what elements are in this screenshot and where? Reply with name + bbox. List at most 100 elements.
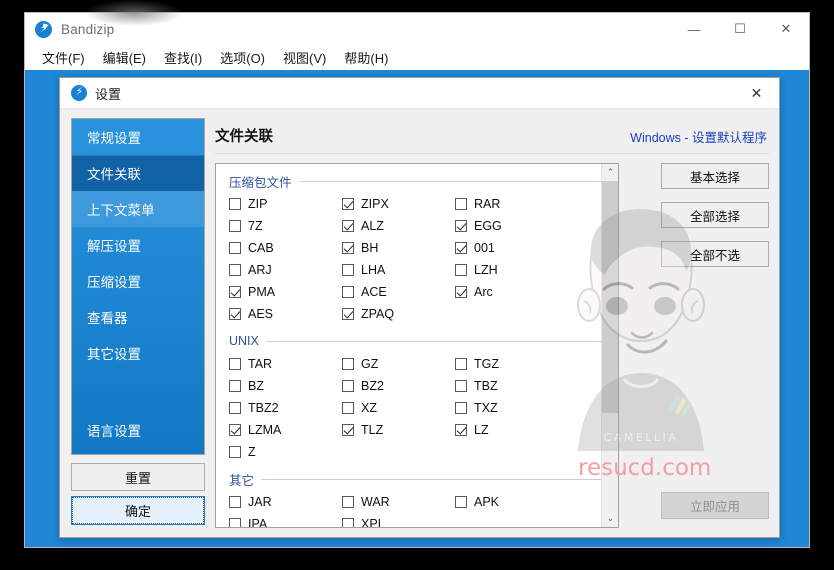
close-button[interactable]: ✕ <box>763 13 809 45</box>
sidebar-item-language[interactable]: 语言设置 <box>72 412 204 448</box>
minimize-button[interactable]: — <box>671 13 717 45</box>
checkbox-jar[interactable]: JAR <box>229 495 342 509</box>
checkbox-box[interactable] <box>455 242 467 254</box>
checkbox-tlz[interactable]: TLZ <box>342 423 455 437</box>
menu-help[interactable]: 帮助(H) <box>335 46 397 69</box>
default-programs-link[interactable]: Windows - 设置默认程序 <box>630 127 767 146</box>
checkbox-001[interactable]: 001 <box>455 241 568 255</box>
checkbox-gz[interactable]: GZ <box>342 357 455 371</box>
checkbox-box[interactable] <box>342 518 354 527</box>
ok-button[interactable]: 确定 <box>71 496 205 525</box>
checkbox-zpaq[interactable]: ZPAQ <box>342 307 455 321</box>
checkbox-box[interactable] <box>455 358 467 370</box>
checkbox-bz2[interactable]: BZ2 <box>342 379 455 393</box>
checkbox-box[interactable] <box>229 286 241 298</box>
checkbox-box[interactable] <box>229 308 241 320</box>
checkbox-alz[interactable]: ALZ <box>342 219 455 233</box>
sidebar-item-other[interactable]: 其它设置 <box>72 335 204 371</box>
checkbox-box[interactable] <box>229 264 241 276</box>
checkbox-box[interactable] <box>342 308 354 320</box>
checkbox-box[interactable] <box>342 220 354 232</box>
menu-options[interactable]: 选项(O) <box>211 46 274 69</box>
checkbox-lha[interactable]: LHA <box>342 263 455 277</box>
checkbox-ipa[interactable]: IPA <box>229 517 342 527</box>
checkbox-box[interactable] <box>455 424 467 436</box>
menu-view[interactable]: 视图(V) <box>274 46 335 69</box>
checkbox-box[interactable] <box>342 198 354 210</box>
checkbox-zip[interactable]: ZIP <box>229 197 342 211</box>
checkbox-box[interactable] <box>342 496 354 508</box>
checkbox-box[interactable] <box>455 264 467 276</box>
checkbox-apk[interactable]: APK <box>455 495 568 509</box>
checkbox-box[interactable] <box>342 402 354 414</box>
menu-find[interactable]: 查找(I) <box>155 46 211 69</box>
checkbox-rar[interactable]: RAR <box>455 197 568 211</box>
menu-edit[interactable]: 编辑(E) <box>94 46 155 69</box>
maximize-button[interactable]: ☐ <box>717 13 763 45</box>
checkbox-bz[interactable]: BZ <box>229 379 342 393</box>
checkbox-box[interactable] <box>229 496 241 508</box>
checkbox-box[interactable] <box>342 380 354 392</box>
checkbox-arc[interactable]: Arc <box>455 285 568 299</box>
checkbox-tbz2[interactable]: TBZ2 <box>229 401 342 415</box>
checkbox-box[interactable] <box>455 220 467 232</box>
scrollbar-thumb[interactable] <box>602 181 618 413</box>
checkbox-xz[interactable]: XZ <box>342 401 455 415</box>
checkbox-box[interactable] <box>229 518 241 527</box>
checkbox-egg[interactable]: EGG <box>455 219 568 233</box>
checkbox-cab[interactable]: CAB <box>229 241 342 255</box>
checkbox-box[interactable] <box>229 358 241 370</box>
checkbox-box[interactable] <box>342 358 354 370</box>
sidebar-item-file-association[interactable]: 文件关联 <box>72 155 204 191</box>
sidebar-item-viewer[interactable]: 查看器 <box>72 299 204 335</box>
checkbox-lzma[interactable]: LZMA <box>229 423 342 437</box>
checkbox-box[interactable] <box>342 286 354 298</box>
scroll-up-icon[interactable]: ⌃ <box>602 164 618 181</box>
checkbox-zipx[interactable]: ZIPX <box>342 197 455 211</box>
checkbox-tar[interactable]: TAR <box>229 357 342 371</box>
checkbox-arj[interactable]: ARJ <box>229 263 342 277</box>
checkbox-box[interactable] <box>229 198 241 210</box>
menu-file[interactable]: 文件(F) <box>33 46 94 69</box>
checkbox-7z[interactable]: 7Z <box>229 219 342 233</box>
checkbox-box[interactable] <box>342 264 354 276</box>
checkbox-xpi[interactable]: XPI <box>342 517 455 527</box>
checkbox-box[interactable] <box>229 402 241 414</box>
checkbox-ace[interactable]: ACE <box>342 285 455 299</box>
vertical-scrollbar[interactable]: ⌃ ⌄ <box>601 164 618 527</box>
deselect-all-button[interactable]: 全部不选 <box>661 241 769 267</box>
checkbox-box[interactable] <box>455 380 467 392</box>
checkbox-box[interactable] <box>229 220 241 232</box>
checkbox-aes[interactable]: AES <box>229 307 342 321</box>
checkbox-lzh[interactable]: LZH <box>455 263 568 277</box>
checkbox-war[interactable]: WAR <box>342 495 455 509</box>
checkbox-label: LZMA <box>248 423 282 437</box>
checkbox-box[interactable] <box>229 446 241 458</box>
checkbox-z[interactable]: Z <box>229 445 342 459</box>
checkbox-txz[interactable]: TXZ <box>455 401 568 415</box>
checkbox-lz[interactable]: LZ <box>455 423 568 437</box>
checkbox-box[interactable] <box>342 242 354 254</box>
checkbox-box[interactable] <box>229 242 241 254</box>
checkbox-box[interactable] <box>229 424 241 436</box>
checkbox-tbz[interactable]: TBZ <box>455 379 568 393</box>
reset-button[interactable]: 重置 <box>71 463 205 491</box>
apply-button[interactable]: 立即应用 <box>661 492 769 519</box>
checkbox-bh[interactable]: BH <box>342 241 455 255</box>
sidebar-item-extract[interactable]: 解压设置 <box>72 227 204 263</box>
checkbox-tgz[interactable]: TGZ <box>455 357 568 371</box>
checkbox-pma[interactable]: PMA <box>229 285 342 299</box>
select-all-button[interactable]: 全部选择 <box>661 202 769 228</box>
checkbox-box[interactable] <box>229 380 241 392</box>
checkbox-box[interactable] <box>455 402 467 414</box>
checkbox-box[interactable] <box>455 198 467 210</box>
sidebar-item-general[interactable]: 常规设置 <box>72 119 204 155</box>
sidebar-item-context-menu[interactable]: 上下文菜单 <box>72 191 204 227</box>
scroll-down-icon[interactable]: ⌄ <box>602 510 618 527</box>
checkbox-box[interactable] <box>455 286 467 298</box>
checkbox-box[interactable] <box>342 424 354 436</box>
sidebar-item-compress[interactable]: 压缩设置 <box>72 263 204 299</box>
dialog-close-button[interactable]: ✕ <box>734 78 779 109</box>
checkbox-box[interactable] <box>455 496 467 508</box>
basic-select-button[interactable]: 基本选择 <box>661 163 769 189</box>
